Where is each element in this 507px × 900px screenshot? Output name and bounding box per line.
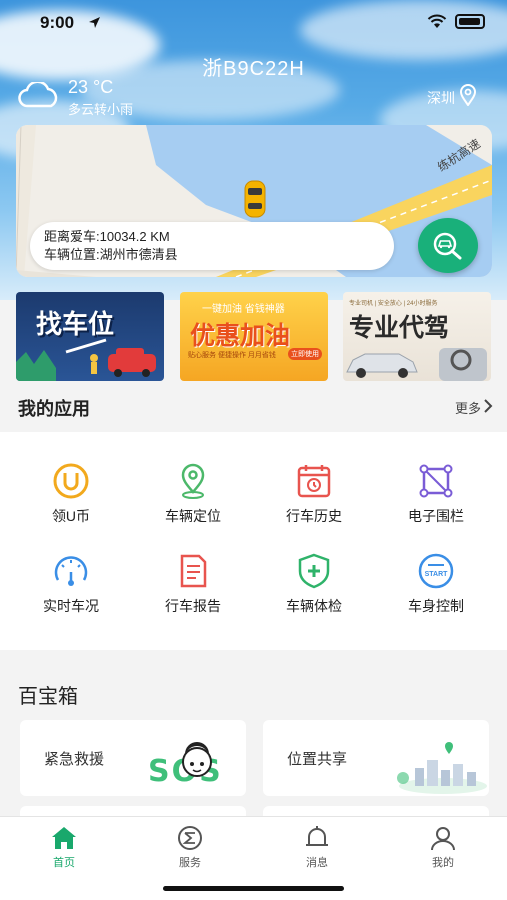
home-indicator[interactable] [163,886,344,891]
user-icon [431,827,455,851]
u-coin-icon [53,463,89,499]
tab-home[interactable]: 首页 [24,825,104,870]
home-icon [52,827,76,849]
banner-fuel-sub: 贴心服务 便捷操作 月月省钱 [188,352,276,359]
banner-fuel[interactable]: 一键加油 省钱神器 优惠加油 贴心服务 便捷操作 月月省钱 立即使用 [180,292,328,381]
distance-text: 距离爱车:10034.2 KM [44,229,170,244]
more-link[interactable]: 更多 [455,398,481,417]
location-pin-icon[interactable] [459,84,477,106]
banner-parking[interactable]: 找车位 [16,292,164,381]
apps-grid: 领U币 车辆定位 行车历史 电子围栏 实时车况 行车报告 车辆体检 START … [0,432,507,650]
app-driving-report-label: 行车报告 [165,598,221,614]
banner-driver-top: 专业司机 | 安全放心 | 24小时服务 [349,301,438,307]
battery-icon [455,14,485,29]
geofence-icon [419,464,453,498]
vehicle-info-bubble: 距离爱车:10034.2 KM 车辆位置:湖州市德清县 [30,222,394,270]
app-geofence-label: 电子围栏 [408,508,464,524]
tab-messages-label: 消息 [306,857,328,869]
location-arrow-icon [89,17,100,28]
find-car-button[interactable] [418,218,478,273]
city-name[interactable]: 深圳 [427,88,455,108]
app-realtime-status-label: 实时车况 [43,598,99,614]
car-marker-icon[interactable] [242,179,268,219]
location-pin-icon [181,463,205,499]
banner-fuel-cta[interactable]: 立即使用 [288,348,322,360]
banner-fuel-title: 优惠加油 [190,322,291,350]
card-emergency-rescue-label: 紧急救援 [44,751,105,768]
shield-plus-icon [298,553,330,589]
svg-text:START: START [425,571,449,578]
app-vehicle-location-label: 车辆定位 [165,508,221,524]
temperature: 23 °C [68,77,114,97]
tab-messages[interactable]: 消息 [277,825,357,870]
app-vehicle-location[interactable]: 车辆定位 [143,462,243,526]
banner-fuel-top: 一键加油 省钱神器 [202,304,285,315]
tab-service[interactable]: 服务 [150,825,230,870]
toolbox-title: 百宝箱 [18,686,78,708]
calendar-history-icon [297,465,331,498]
apps-section-title: 我的应用 [18,399,90,419]
car-illustration [346,348,487,381]
weather-description: 多云转小雨 [68,102,134,117]
wifi-icon [427,14,447,28]
card-emergency-rescue[interactable]: 紧急救援 SOS [20,720,246,796]
app-driving-history-label: 行车历史 [286,508,342,524]
app-realtime-status[interactable]: 实时车况 [21,552,121,616]
tab-profile[interactable]: 我的 [403,825,483,870]
tab-home-label: 首页 [53,857,75,869]
cloudy-weather-icon [18,82,58,108]
tab-profile-label: 我的 [432,857,454,869]
vehicle-location-text: 车辆位置:湖州市德清县 [44,247,178,262]
card-location-share-label: 位置共享 [287,751,348,768]
app-body-control[interactable]: START 车身控制 [386,552,486,616]
city-share-illustration [397,742,487,794]
report-document-icon [180,554,207,588]
app-vehicle-checkup[interactable]: 车辆体检 [264,552,364,616]
banner-driver-title: 专业代驾 [349,314,450,342]
banner-driver[interactable]: 专业司机 | 安全放心 | 24小时服务 专业代驾 [343,292,491,381]
chevron-right-icon[interactable] [483,398,493,414]
status-time: 9:00 [40,13,75,32]
app-driving-history[interactable]: 行车历史 [264,462,364,526]
tab-service-label: 服务 [179,857,201,869]
bell-icon [306,826,328,846]
start-button-icon: START [418,553,454,589]
parking-illustration [16,338,156,381]
speedometer-icon [54,556,88,586]
status-bar: 9:00 [0,0,507,46]
app-body-control-label: 车身控制 [408,598,464,614]
app-u-coin[interactable]: 领U币 [21,462,121,526]
car-search-icon [433,232,462,259]
card-location-share[interactable]: 位置共享 [263,720,489,796]
sos-mascot-icon [182,742,212,777]
app-driving-report[interactable]: 行车报告 [143,552,243,616]
app-u-coin-label: 领U币 [51,508,91,524]
app-geofence[interactable]: 电子围栏 [386,462,486,526]
app-vehicle-checkup-label: 车辆体检 [286,598,342,614]
service-icon [178,826,202,850]
